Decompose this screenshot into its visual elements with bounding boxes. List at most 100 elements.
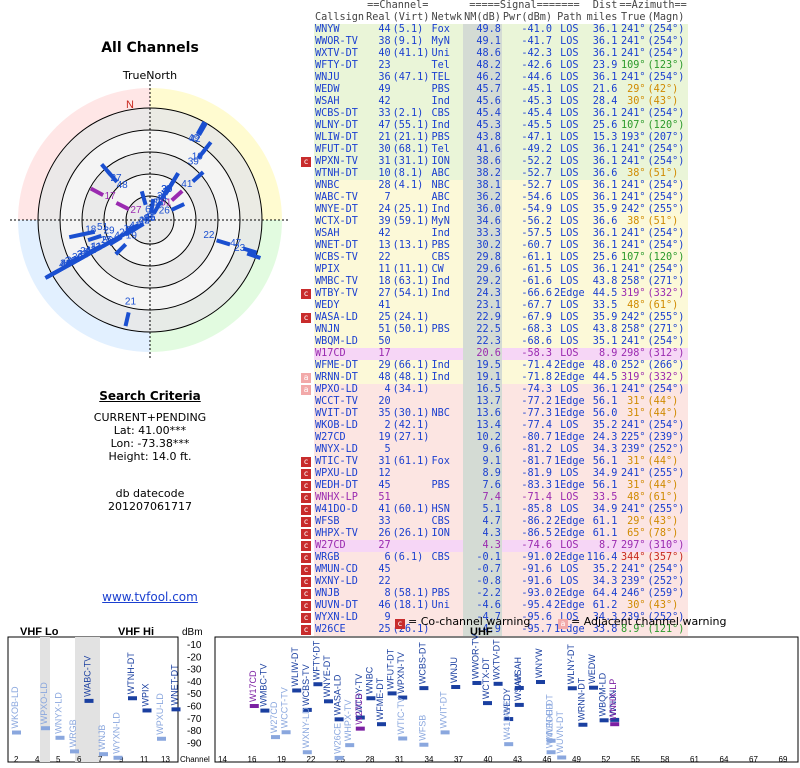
station-row[interactable]: WFUT-DT 30 (68.1) Tel 41.6 -49.2 LOS 36.1 241° (2… (300, 144, 688, 156)
table-header-groups: ==Channel= =====Signal======= Dist ==Azimut… (300, 0, 688, 12)
station-row[interactable]: WSAH 42 Ind 33.3 -57.5 LOS 36.1 241° (254°) (300, 228, 688, 240)
station-row[interactable]: c W27CD 27 4.3 -74.6 LOS 8.7 297° (310°) (300, 540, 688, 552)
column-header-path: Path (557, 12, 582, 23)
real-channel-cell: 44 (365, 24, 392, 36)
station-row[interactable]: c WXNY-LD 22 -0.8 -91.6 LOS 34.3 239° (252°) (300, 576, 688, 588)
station-row[interactable]: c WNJB 8 (58.1) PBS -2.2 -93.0 2Edge 64.4 246° (25… (300, 588, 688, 600)
station-signal-mark (419, 742, 429, 747)
station-row[interactable]: WTNH-DT 10 (8.1) ABC 38.2 -52.7 LOS 36.6 38° (51°… (300, 168, 688, 180)
distance-cell: 36.1 (585, 228, 619, 240)
station-row[interactable]: WABC-TV 7 ABC 36.2 -54.6 LOS 36.1 241° (254°) (300, 192, 688, 204)
station-row[interactable]: WVIT-DT 35 (30.1) NBC 13.6 -77.3 1Edge 56.0 31°(… (300, 408, 688, 420)
station-row[interactable]: c WTIC-TV 31 (61.1) Fox 9.1 -81.7 1Edge 56.1 31°(… (300, 456, 688, 468)
station-row[interactable]: WNBC 28 (4.1) NBC 38.1 -52.7 LOS 36.1 241° (254°) (300, 180, 688, 192)
station-row[interactable]: c WEDH-DT 45 PBS 7.6 -83.3 1Edge 56.1 31° (44°) (300, 480, 688, 492)
dbm-tick: -10 (187, 640, 202, 651)
azimuth-true-cell: 344° (618, 552, 647, 564)
azimuth-magnetic-cell: (254°) (646, 48, 688, 60)
station-signal-mark (377, 722, 386, 727)
station-row[interactable]: WXTV-DT 40 (41.1) Uni 48.6 -42.3 LOS 36.1 241° (2… (300, 48, 688, 60)
station-signal-mark (249, 704, 259, 709)
station-row[interactable]: c WPXU-LD 12 8.9 -81.9 LOS 34.9 241° (255°) (300, 468, 688, 480)
station-signal-label: WPXU-LD (155, 693, 165, 735)
station-row[interactable]: WNYW 44 (5.1) Fox 49.8 -41.0 LOS 36.1 241° (254°) (300, 24, 688, 36)
network-cell (430, 492, 464, 504)
distance-cell: 34.9 (585, 468, 619, 480)
station-row[interactable]: c WRGB 6 (6.1) CBS -0.1 -91.0 2Edge 116.4 344° (35… (300, 552, 688, 564)
station-signal-mark (483, 701, 492, 706)
warning-cell: c (300, 492, 314, 504)
callsign-cell: WRNN-DT (314, 372, 366, 384)
power-cell: -68.3 (501, 324, 553, 336)
station-row[interactable]: c WMUN-CD 45 -0.7 -91.6 LOS 35.2 241° (254°) (300, 564, 688, 576)
vhf-channel-tick: 11 (140, 755, 149, 764)
station-table: ==Channel= =====Signal======= Dist ==Azimut… (300, 0, 688, 636)
station-row[interactable]: WNET-DT 13 (13.1) PBS 30.2 -60.7 LOS 36.1 241° (2… (300, 240, 688, 252)
station-row[interactable]: WLNY-DT 47 (55.1) Ind 45.3 -45.5 LOS 25.6 107° (1… (300, 120, 688, 132)
azimuth-true-cell: 241° (618, 72, 647, 84)
station-row[interactable]: WSAH 42 Ind 45.6 -45.3 LOS 28.4 30° (43°) (300, 96, 688, 108)
station-signal-label: WHPX-TV (343, 700, 353, 742)
noise-margin-cell: 36.2 (463, 192, 502, 204)
path-cell: LOS (553, 312, 586, 324)
path-cell: LOS (553, 120, 586, 132)
station-row[interactable]: WNJU 36 (47.1) TEL 46.2 -44.6 LOS 36.1 241° (254°… (300, 72, 688, 84)
station-row[interactable]: WBQM-LD 50 22.3 -68.6 LOS 35.1 241° (254°) (300, 336, 688, 348)
station-row[interactable]: WPIX 11 (11.1) CW 29.6 -61.5 LOS 36.1 241° (254°) (300, 264, 688, 276)
station-row[interactable]: WNYE-DT 24 (25.1) Ind 36.0 -54.9 LOS 35.9 242° (2… (300, 204, 688, 216)
uhf-channel-tick: 28 (366, 755, 375, 764)
station-signal-label: WLNY-DT (566, 644, 576, 685)
station-signal-mark (578, 722, 588, 727)
station-row[interactable]: WCBS-TV 22 CBS 29.8 -61.1 LOS 25.6 107° (120°) (300, 252, 688, 264)
station-row[interactable]: a WPXO-LD 4 (34.1) 16.5 -74.3 LOS 36.1 241° (254°… (300, 384, 688, 396)
station-row[interactable]: c WFSB 33 CBS 4.7 -86.2 2Edge 61.1 29° (43°) (300, 516, 688, 528)
station-signal-mark (610, 722, 620, 727)
station-row[interactable]: WFTY-DT 23 Tel 48.2 -42.6 LOS 23.9 109° (123°) (300, 60, 688, 72)
callsign-cell: WLIW-DT (314, 132, 366, 144)
station-row[interactable]: W17CD 17 20.6 -58.3 LOS 8.9 298° (312°) (300, 348, 688, 360)
station-row[interactable]: WCBS-DT 33 (2.1) CBS 45.4 -45.4 LOS 36.1 241° (25… (300, 108, 688, 120)
azimuth-true-cell: 241° (618, 156, 647, 168)
station-row[interactable]: c WPXN-TV 31 (31.1) ION 38.6 -52.2 LOS 36.1 241°(… (300, 156, 688, 168)
azimuth-magnetic-cell: (312°) (646, 348, 688, 360)
station-row[interactable]: WEDW 49 PBS 45.7 -45.1 LOS 21.6 29° (42°) (300, 84, 688, 96)
station-row[interactable]: c WNHX-LP 51 7.4 -71.4 LOS 33.5 48° (61°) (300, 492, 688, 504)
station-row[interactable]: WEDY 41 23.1 -67.7 LOS 33.5 48° (61°) (300, 300, 688, 312)
station-row[interactable]: WWOR-TV 38 (9.1) MyN 49.1 -41.7 LOS 36.1 241° (25… (300, 36, 688, 48)
tvfool-link[interactable]: www.tvfool.com (0, 590, 300, 604)
station-row[interactable]: W27CD 19 (27.1) 10.2 -80.7 1Edge 24.3 225° (239°… (300, 432, 688, 444)
station-signal-mark (514, 702, 524, 707)
cochannel-warning-icon: c (301, 505, 311, 515)
search-line-height: Height: 14.0 ft. (108, 450, 192, 463)
real-channel-cell: 36 (365, 72, 392, 84)
station-row[interactable]: WNYX-LD 5 9.6 -81.2 LOS 34.3 239° (252°) (300, 444, 688, 456)
station-row[interactable]: WLIW-DT 21 (21.1) PBS 43.8 -47.1 LOS 15.3 193° (2… (300, 132, 688, 144)
power-cell: -61.1 (501, 252, 553, 264)
station-signal-label: WTIC-TV (396, 697, 406, 735)
power-cell: -52.7 (501, 168, 553, 180)
azimuth-true-cell: 297° (618, 540, 647, 552)
station-row[interactable]: WKOB-LD 2 (42.1) 13.4 -77.4 LOS 35.2 241° (254°) (300, 420, 688, 432)
power-cell: -41.0 (501, 24, 553, 36)
station-row[interactable]: c W41DO-D 41 (60.1) HSN 5.1 -85.8 LOS 34.9 241° (2… (300, 504, 688, 516)
station-row[interactable]: WMBC-TV 18 (63.1) Ind 29.2 -61.6 LOS 43.8 258° (2… (300, 276, 688, 288)
station-row[interactable]: c WUVN-DT 46 (18.1) Uni -4.6 -95.4 2Edge 61.2 30°… (300, 600, 688, 612)
azimuth-magnetic-cell: (254°) (646, 156, 688, 168)
callsign-cell: WCTX-DT (314, 216, 366, 228)
real-channel-cell: 18 (365, 276, 392, 288)
station-row[interactable]: WCCT-TV 20 13.7 -77.2 1Edge 56.1 31° (44°) (300, 396, 688, 408)
station-row[interactable]: WFME-DT 29 (66.1) Ind 19.5 -71.4 2Edge 48.0 252°… (300, 360, 688, 372)
station-row[interactable]: WNJN 51 (50.1) PBS 22.5 -68.3 LOS 43.8 258° (271°… (300, 324, 688, 336)
warning-cell (300, 144, 314, 156)
callsign-cell: WPXU-LD (314, 468, 366, 480)
tvfool-report: { "left": { "title": "All Channels", "tr… (0, 0, 800, 768)
station-row[interactable]: c WHPX-TV 26 (26.1) ION 4.3 -86.5 2Edge 61.1 65°(… (300, 528, 688, 540)
station-row[interactable]: a WRNN-DT 48 (48.1) Ind 19.1 -71.8 2Edge 44.5 319… (300, 372, 688, 384)
callsign-cell: WVIT-DT (314, 408, 366, 420)
distance-cell: 34.9 (585, 504, 619, 516)
station-row[interactable]: c WTBY-TV 27 (54.1) Ind 24.3 -66.6 2Edge 44.5 319… (300, 288, 688, 300)
station-row[interactable]: WCTX-DT 39 (59.1) MyN 34.6 -56.2 LOS 36.6 38° (51… (300, 216, 688, 228)
station-signal-mark (157, 736, 166, 741)
station-row[interactable]: c WASA-LD 25 (24.1) 22.9 -67.9 LOS 35.9 242° (255… (300, 312, 688, 324)
station-azimuth-bar (80, 229, 96, 237)
